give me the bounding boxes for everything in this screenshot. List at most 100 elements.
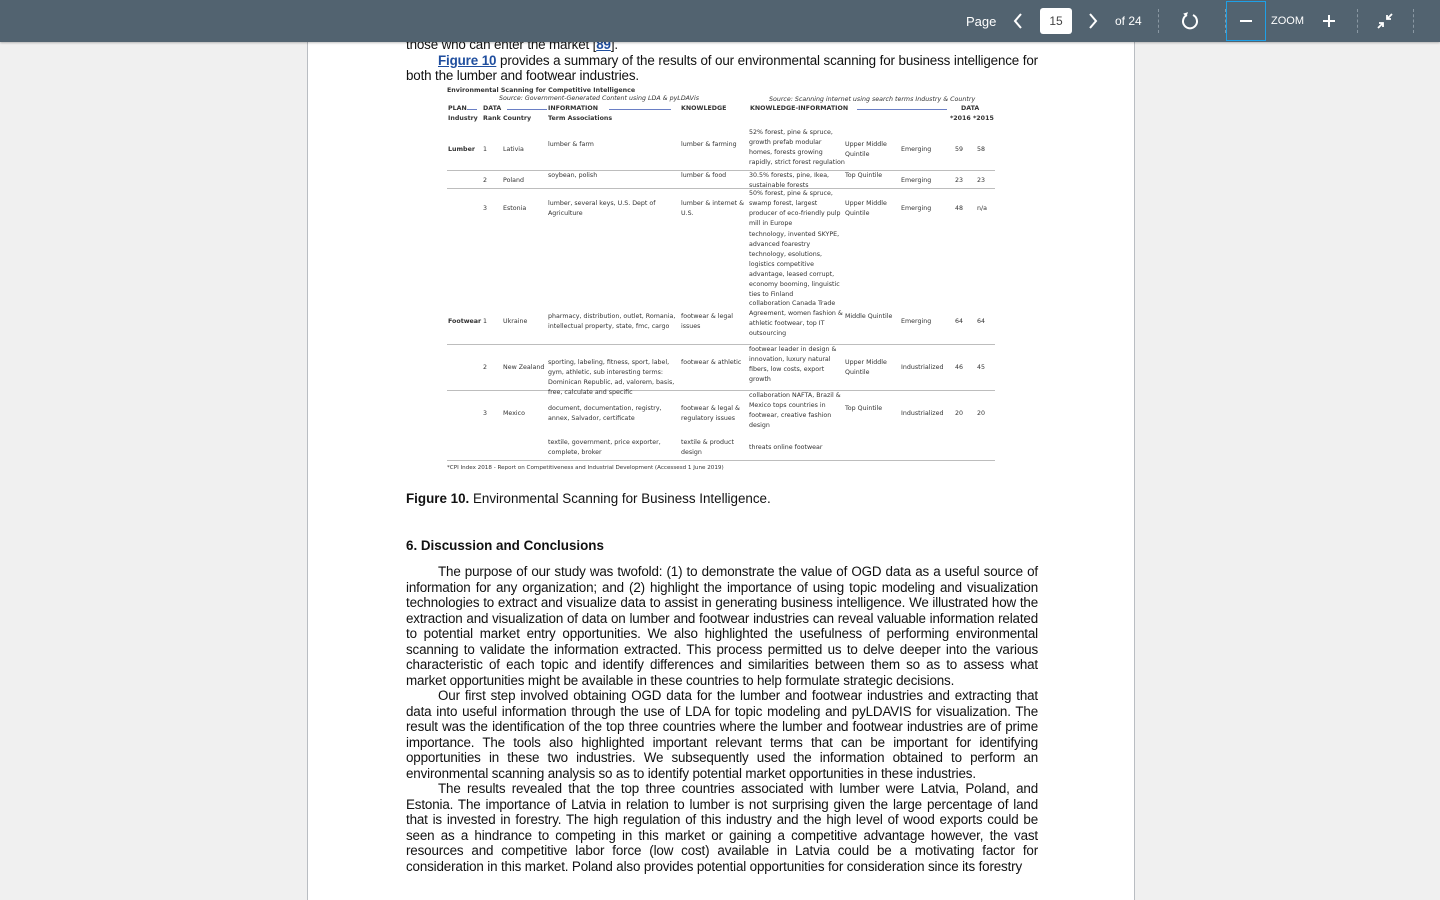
knowledge-info-cell: 30.5% forests, pine, Ikea, sustainable f… [749, 172, 830, 189]
country-cell: Estonia [503, 205, 527, 212]
quintile-cell: Top Quintile [845, 172, 883, 179]
stage-cell: Emerging [901, 177, 932, 184]
terms-cell: document, documentation, registry, annex… [548, 405, 662, 422]
previous-page-button[interactable] [1006, 0, 1030, 42]
rank-cell: 3 [483, 205, 488, 212]
terms-cell: lumber, several keys, U.S. Dept of Agric… [548, 200, 656, 217]
knowledge-info-cell: threats online footwear [749, 444, 823, 451]
table-row: textile, government, price exporter, com… [447, 437, 995, 461]
country-cell: New Zealand [503, 364, 545, 371]
document-page: those who can enter the market [89]. Fig… [307, 42, 1135, 900]
figure-header: Source: Government-Generated Content usi… [448, 95, 994, 122]
zoom-label: ZOOM [1271, 15, 1304, 27]
data-2016-cell: 48 [955, 205, 964, 212]
pdf-toolbar: Page of 24 ZOOM [0, 0, 1440, 42]
source-left: Source: Government-Generated Content usi… [499, 95, 699, 102]
table-row: 2 New Zealand sporting, labeling, fitness,… [447, 345, 995, 396]
country-cell: Poland [503, 177, 525, 184]
knowledge-info-cell: collaboration NAFTA, Brazil & Mexico top… [749, 392, 841, 429]
knowledge-info-cell: collaboration Canada Trade Agreement, wo… [749, 300, 843, 337]
table-row: 3 Mexico document, documentation, registry… [447, 391, 995, 437]
knowledge-info-cell: technology, invented SKYPE, advanced foa… [749, 231, 840, 298]
figure-rows: Lumber 1 Lativia lumber & farm lumber & farm… [447, 128, 995, 461]
zoom-in-button[interactable] [1318, 0, 1340, 42]
toolbar-divider [1413, 9, 1414, 33]
country-cell: Mexico [503, 410, 525, 417]
section-heading: 6. Discussion and Conclusions [406, 538, 604, 553]
knowledge-cell: textile & product design [681, 439, 734, 456]
page-number-input[interactable] [1040, 8, 1072, 34]
rank-cell: 2 [483, 364, 488, 371]
quintile-cell: Top Quintile [845, 405, 883, 412]
table-row: 2 Poland soybean, polish lumber & food Top Q… [447, 171, 995, 189]
rank-cell: 1 [483, 318, 488, 325]
rank-cell: 3 [483, 410, 488, 417]
citation-link[interactable]: 89 [596, 42, 611, 52]
stage-cell: Industrialized [901, 410, 944, 417]
terms-cell: soybean, polish [548, 172, 598, 179]
data-2015-cell: 20 [977, 410, 986, 417]
rank-cell: 2 [483, 177, 488, 184]
toolbar-divider [1158, 9, 1159, 33]
zoom-out-button[interactable] [1226, 1, 1266, 41]
stage-cell: Emerging [901, 318, 932, 325]
knowledge-cell: lumber & food [681, 172, 727, 179]
data-2015-cell: 64 [977, 318, 986, 325]
data-2016-cell: 20 [955, 410, 964, 417]
data-2016-cell: 46 [955, 364, 964, 371]
stage-cell: Industrialized [901, 364, 944, 371]
figure-10-link[interactable]: Figure 10 [438, 53, 496, 68]
quintile-cell: Upper Middle Quintile [845, 140, 887, 158]
data-2016-cell: 23 [955, 177, 964, 184]
data-2015-cell: 45 [977, 364, 986, 371]
data-2015-cell: 58 [977, 145, 986, 153]
chevron-right-icon [1089, 13, 1098, 29]
table-row: Lumber 1 Lativia lumber & farm lumber & farm… [447, 128, 995, 171]
country-cell: Lativia [503, 145, 524, 153]
knowledge-cell: lumber & internet & U.S. [681, 200, 745, 217]
figure-reference-paragraph: Figure 10 provides a summary of the resu… [406, 52, 1038, 84]
table-row: 3 Estonia lumber, several keys, U.S. Dept … [447, 189, 995, 299]
knowledge-cell: lumber & farming [681, 140, 737, 148]
quintile-cell: Upper Middle Quintile [845, 359, 887, 376]
chevron-left-icon [1013, 13, 1022, 29]
plus-icon [1323, 15, 1335, 27]
section-body: The purpose of our study was twofold: (1… [406, 564, 1038, 874]
terms-cell: textile, government, price exporter, com… [548, 439, 661, 456]
quintile-cell: Middle Quintile [845, 313, 893, 320]
knowledge-info-cell: footwear leader in design & innovation, … [749, 346, 837, 383]
intro-text: those who can enter the market [89]. Fig… [406, 42, 1038, 84]
data-2015-cell: n/a [977, 205, 987, 212]
exit-fullscreen-button[interactable] [1374, 0, 1396, 42]
table-row: Footwear 1 Ukraine pharmacy, distribution, … [447, 299, 995, 345]
paragraph: The results revealed that the top three … [406, 781, 1038, 874]
industry-cell: Footwear [448, 318, 482, 325]
rotate-icon [1182, 12, 1198, 30]
paragraph: The purpose of our study was twofold: (1… [406, 564, 1038, 688]
minus-icon [1240, 20, 1252, 22]
collapse-icon [1377, 13, 1393, 29]
figure-10-table: Environmental Scanning for Competitive I… [447, 86, 995, 473]
data-2015-cell: 23 [977, 177, 986, 184]
next-page-button[interactable] [1081, 0, 1105, 42]
knowledge-info-cell: 52% forest, pine & spruce, growth prefab… [749, 129, 845, 166]
quintile-cell: Upper Middle Quintile [845, 200, 887, 217]
stage-cell: Emerging [901, 205, 932, 212]
rotate-button[interactable] [1176, 0, 1204, 42]
figure-footnote: *CPI Index 2018 - Report on Competitiven… [447, 465, 724, 471]
knowledge-cell: footwear & legal issues [681, 313, 734, 330]
industry-cell: Lumber [448, 145, 475, 153]
knowledge-info-cell: 50% forest, pine & spruce, swamp forest,… [749, 190, 841, 227]
paragraph: Our first step involved obtaining OGD da… [406, 688, 1038, 781]
page-label: Page [966, 13, 997, 29]
country-cell: Ukraine [503, 318, 528, 325]
knowledge-cell: footwear & legal & regulatory issues [681, 405, 740, 422]
total-pages-label: of 24 [1115, 14, 1142, 28]
data-2016-cell: 59 [955, 145, 964, 153]
toolbar-divider [1357, 9, 1358, 33]
knowledge-cell: footwear & athletic [681, 359, 742, 366]
terms-cell: pharmacy, distribution, outlet, Romania,… [548, 313, 676, 330]
figure-caption: Figure 10. Environmental Scanning for Bu… [406, 491, 771, 506]
rank-cell: 1 [483, 145, 488, 153]
stage-cell: Emerging [901, 145, 932, 153]
